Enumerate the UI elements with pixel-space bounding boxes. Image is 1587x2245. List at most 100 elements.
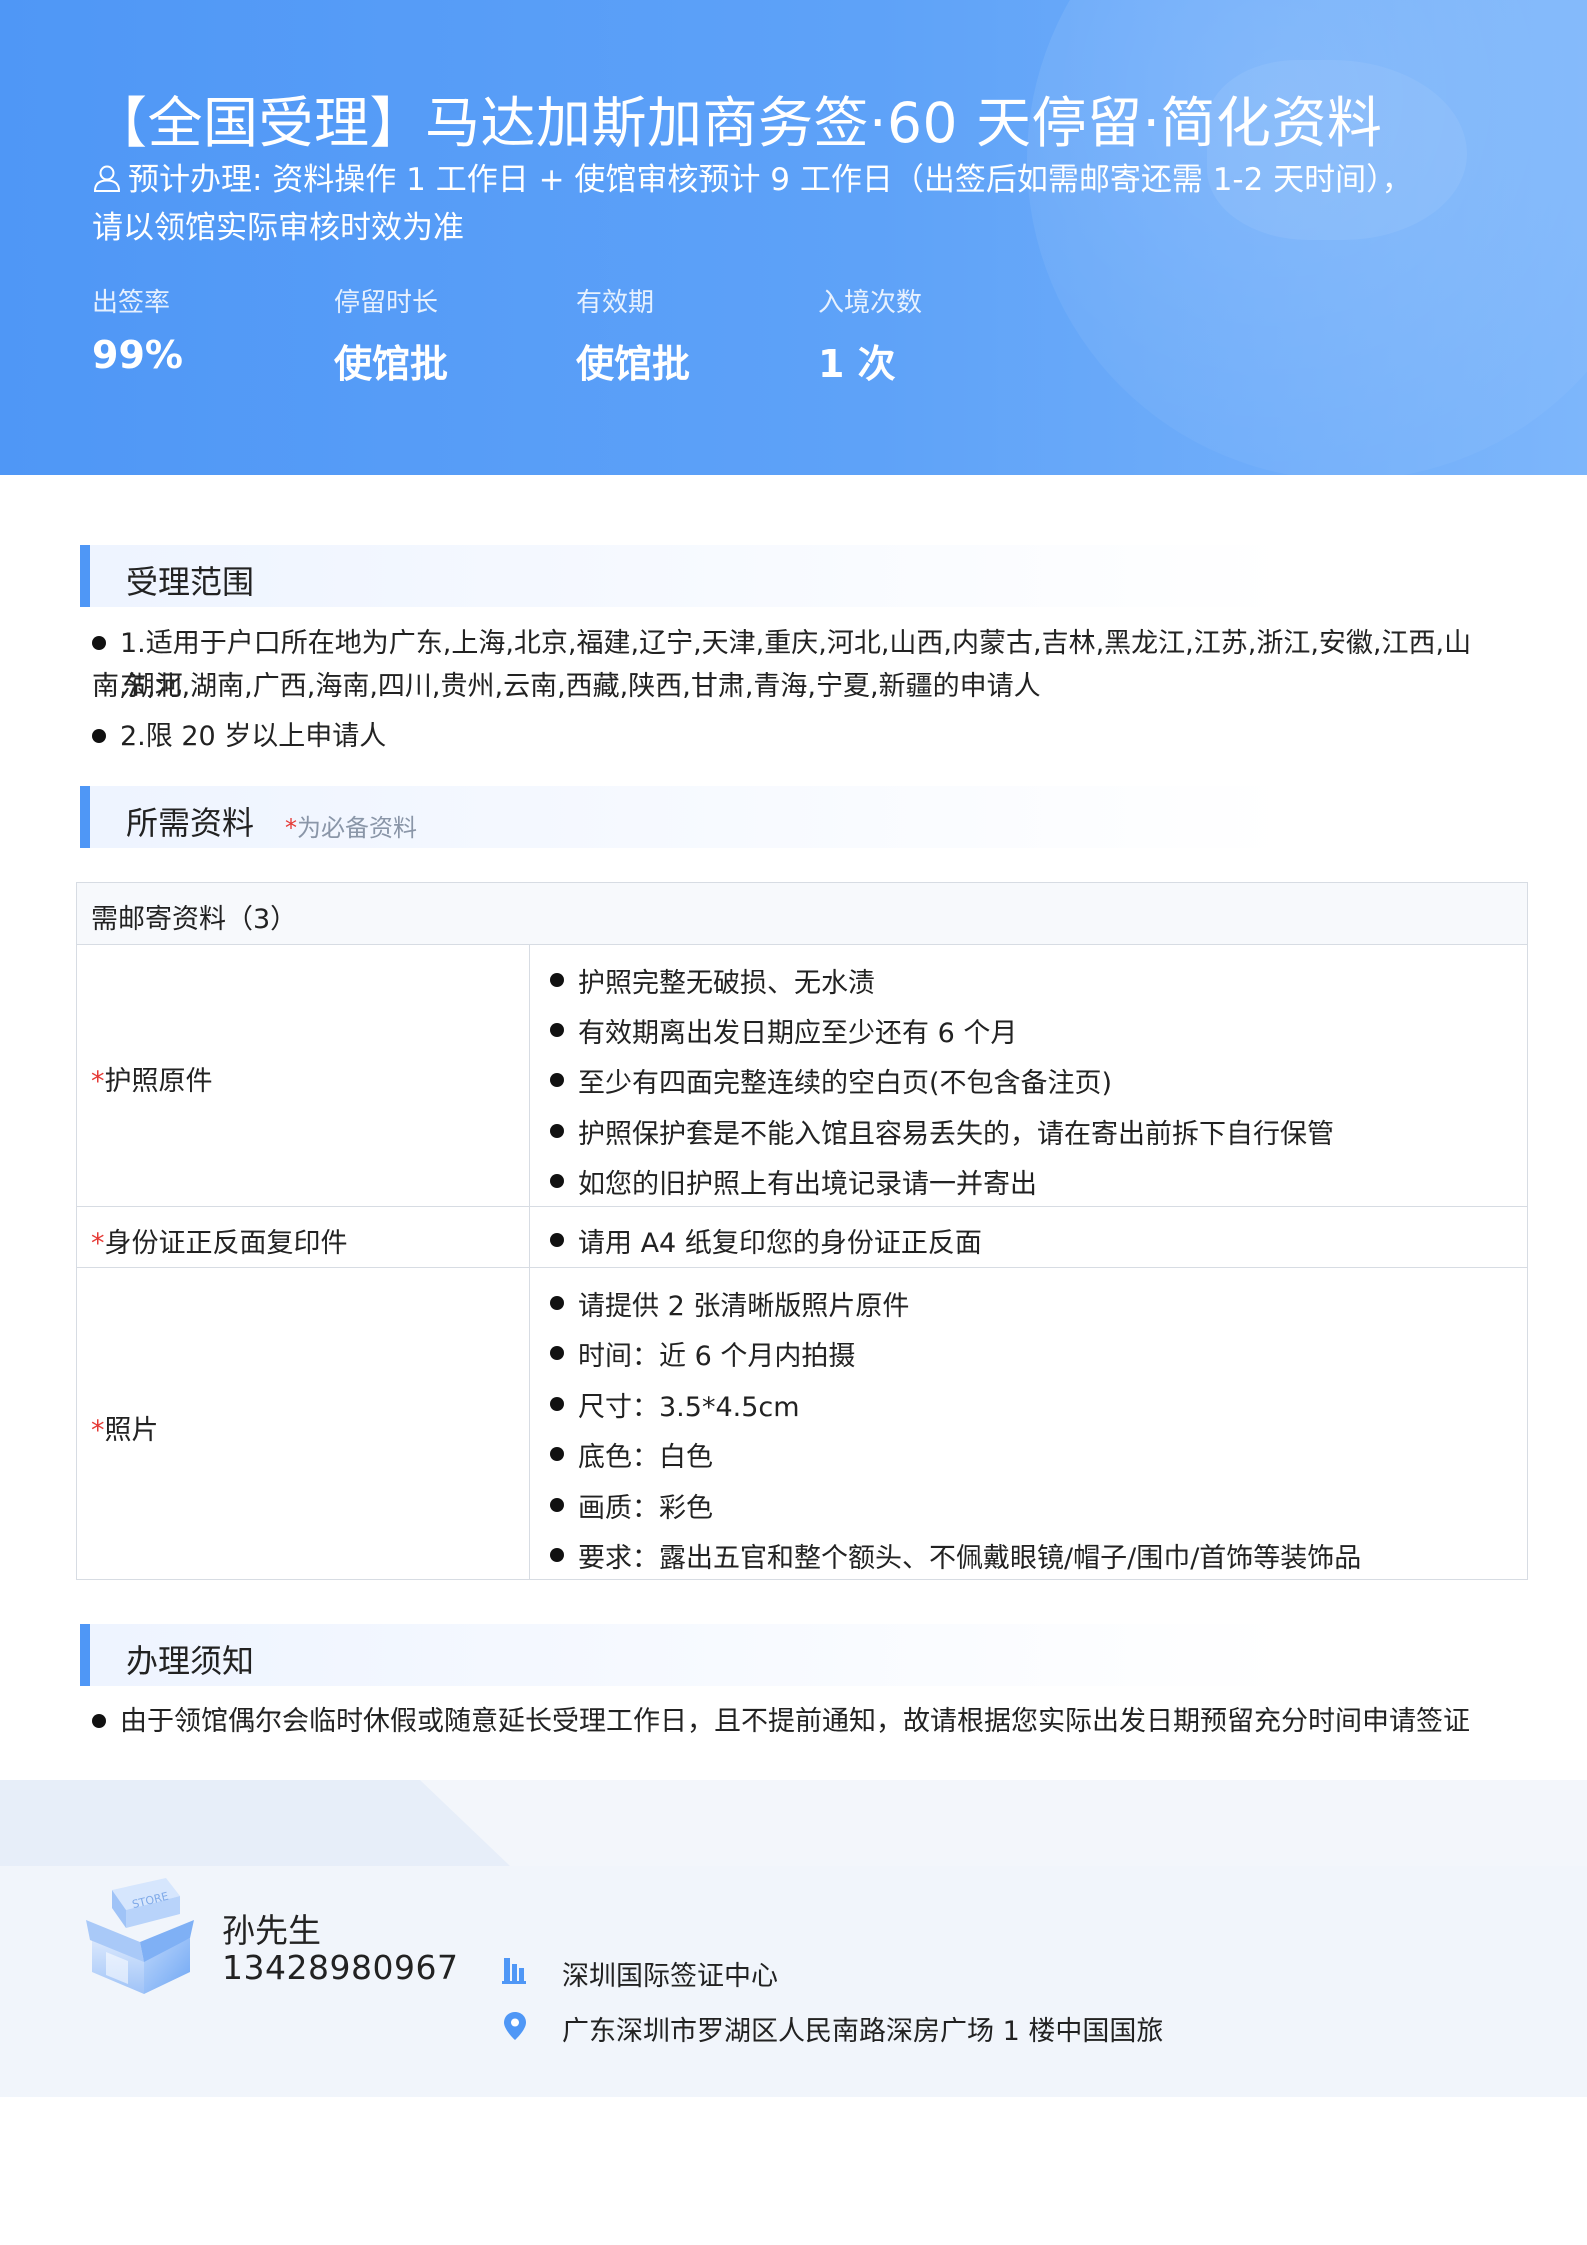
materials-table: 需邮寄资料（3） *护照原件 护照完整无破损、无水渍 有效期离出发日期应至少还有… bbox=[76, 882, 1528, 1580]
material-detail-cell: 请用 A4 纸复印您的身份证正反面 bbox=[530, 1207, 1527, 1267]
material-name-text: 身份证正反面复印件 bbox=[104, 1228, 348, 1259]
bullet-dot bbox=[550, 1397, 564, 1411]
section-title-text: 受理范围 bbox=[126, 563, 255, 601]
bullet-dot bbox=[550, 1023, 564, 1037]
table-row-passport: *护照原件 护照完整无破损、无水渍 有效期离出发日期应至少还有 6 个月 至少有… bbox=[77, 945, 1527, 1207]
stat-validity: 有效期 使馆批 bbox=[576, 282, 796, 388]
detail-item: 如您的旧护照上有出境记录请一并寄出 bbox=[550, 1162, 1037, 1201]
required-star: * bbox=[91, 1066, 105, 1097]
detail-item-text: 至少有四面完整连续的空白页(不包含备注页) bbox=[578, 1068, 1113, 1099]
stat-value: 使馆批 bbox=[576, 342, 691, 386]
bullet-dot bbox=[92, 1714, 106, 1728]
section-title-text: 所需资料 bbox=[126, 804, 255, 842]
scope-item: 2.限 20 岁以上申请人 bbox=[92, 715, 1502, 758]
stat-approval-rate: 出签率 99% bbox=[92, 282, 312, 377]
stat-label: 出签率 bbox=[92, 288, 171, 318]
stat-label: 有效期 bbox=[576, 288, 655, 318]
detail-item-text: 护照保护套是不能入馆且容易丢失的，请在寄出前拆下自行保管 bbox=[578, 1119, 1334, 1150]
table-row-photo: *照片 请提供 2 张清晰版照片原件 时间：近 6 个月内拍摄 尺寸：3.5*4… bbox=[77, 1268, 1527, 1579]
scope-item-text: 南,湖北,湖南,广西,海南,四川,贵州,云南,西藏,陕西,甘肃,青海,宁夏,新疆… bbox=[92, 671, 1041, 702]
material-name-cell: *身份证正反面复印件 bbox=[77, 1207, 530, 1267]
processing-time-line2: 请以领馆实际审核时效为准 bbox=[92, 210, 464, 246]
stat-value: 99% bbox=[92, 333, 183, 377]
scope-item-text: 2.限 20 岁以上申请人 bbox=[120, 721, 387, 752]
contact-name: 孙先生 bbox=[222, 1911, 321, 1950]
table-header-text: 需邮寄资料（3） bbox=[91, 904, 298, 935]
footer-tab-decoration bbox=[0, 1780, 510, 1866]
material-name: *护照原件 bbox=[91, 1059, 213, 1098]
detail-item-text: 底色：白色 bbox=[578, 1442, 713, 1473]
bullet-dot bbox=[92, 636, 106, 650]
detail-item-text: 请提供 2 张清晰版照片原件 bbox=[578, 1291, 910, 1322]
detail-item: 尺寸：3.5*4.5cm bbox=[550, 1385, 800, 1424]
material-name: *身份证正反面复印件 bbox=[91, 1221, 348, 1260]
processing-time: 预计办理: 资料操作 1 工作日 + 使馆审核预计 9 工作日（出签后如需邮寄还… bbox=[92, 156, 1512, 252]
stat-label: 入境次数 bbox=[818, 288, 923, 318]
location-pin-icon bbox=[504, 2012, 526, 2040]
address-text: 广东深圳市罗湖区人民南路深房广场 1 楼中国国旅 bbox=[562, 2016, 1164, 2047]
bullet-dot bbox=[550, 1174, 564, 1188]
material-detail-cell: 护照完整无破损、无水渍 有效期离出发日期应至少还有 6 个月 至少有四面完整连续… bbox=[530, 945, 1527, 1206]
bullet-dot bbox=[550, 1233, 564, 1247]
notice-item: 由于领馆偶尔会临时休假或随意延长受理工作日，且不提前通知，故请根据您实际出发日期… bbox=[92, 1700, 1502, 1743]
detail-item: 请提供 2 张清晰版照片原件 bbox=[550, 1284, 909, 1323]
section-title-materials: 所需资料 *为必备资料 bbox=[80, 786, 1500, 848]
required-star: * bbox=[285, 814, 297, 842]
detail-item: 护照完整无破损、无水渍 bbox=[550, 961, 875, 1000]
detail-item-text: 时间：近 6 个月内拍摄 bbox=[578, 1341, 856, 1372]
detail-item: 有效期离出发日期应至少还有 6 个月 bbox=[550, 1011, 1017, 1050]
detail-item-text: 尺寸：3.5*4.5cm bbox=[578, 1392, 800, 1423]
bullet-dot bbox=[550, 1296, 564, 1310]
bullet-dot bbox=[92, 729, 106, 743]
stat-stay-duration: 停留时长 使馆批 bbox=[334, 282, 554, 388]
stat-value: 使馆批 bbox=[334, 342, 449, 386]
detail-item: 要求：露出五官和整个额头、不佩戴眼镜/帽子/围巾/首饰等装饰品 bbox=[550, 1536, 1361, 1575]
agency-name: 深圳国际签证中心 bbox=[562, 1961, 778, 1992]
detail-item: 护照保护套是不能入馆且容易丢失的，请在寄出前拆下自行保管 bbox=[550, 1112, 1334, 1151]
detail-item: 至少有四面完整连续的空白页(不包含备注页) bbox=[550, 1061, 1112, 1100]
required-note: *为必备资料 bbox=[285, 808, 417, 843]
stat-entries: 入境次数 1 次 bbox=[818, 282, 1038, 388]
header-banner: 【全国受理】马达加斯加商务签·60 天停留·简化资料 预计办理: 资料操作 1 … bbox=[0, 0, 1587, 475]
page-title: 【全国受理】马达加斯加商务签·60 天停留·简化资料 bbox=[92, 91, 1383, 155]
section-title-scope: 受理范围 bbox=[80, 545, 1500, 607]
required-star: * bbox=[91, 1415, 105, 1446]
detail-item: 画质：彩色 bbox=[550, 1486, 713, 1525]
detail-item: 请用 A4 纸复印您的身份证正反面 bbox=[550, 1221, 982, 1260]
material-name: *照片 bbox=[91, 1408, 159, 1447]
bullet-dot bbox=[550, 1498, 564, 1512]
user-icon bbox=[93, 165, 121, 192]
stat-label: 停留时长 bbox=[334, 288, 439, 318]
material-detail-cell: 请提供 2 张清晰版照片原件 时间：近 6 个月内拍摄 尺寸：3.5*4.5cm… bbox=[530, 1268, 1527, 1579]
detail-item-text: 如您的旧护照上有出境记录请一并寄出 bbox=[578, 1169, 1037, 1200]
detail-item: 时间：近 6 个月内拍摄 bbox=[550, 1334, 855, 1373]
detail-item-text: 有效期离出发日期应至少还有 6 个月 bbox=[578, 1018, 1018, 1049]
bullet-dot bbox=[550, 1073, 564, 1087]
material-name-text: 护照原件 bbox=[104, 1066, 213, 1097]
required-star: * bbox=[91, 1228, 105, 1259]
material-name-cell: *护照原件 bbox=[77, 945, 530, 1206]
section-title-notice: 办理须知 bbox=[80, 1624, 1500, 1686]
detail-item-text: 护照完整无破损、无水渍 bbox=[578, 968, 875, 999]
contact-phone[interactable]: 13428980967 bbox=[222, 1948, 458, 1987]
bullet-dot bbox=[550, 1447, 564, 1461]
detail-item-text: 画质：彩色 bbox=[578, 1493, 713, 1524]
detail-item-text: 请用 A4 纸复印您的身份证正反面 bbox=[578, 1228, 982, 1259]
bullet-dot bbox=[550, 1548, 564, 1562]
notice-item-text: 由于领馆偶尔会临时休假或随意延长受理工作日，且不提前通知，故请根据您实际出发日期… bbox=[120, 1706, 1470, 1737]
bullet-dot bbox=[550, 1346, 564, 1360]
processing-time-line1: 预计办理: 资料操作 1 工作日 + 使馆审核预计 9 工作日（出签后如需邮寄还… bbox=[128, 162, 1413, 198]
stat-value: 1 次 bbox=[818, 342, 896, 386]
detail-item-text: 要求：露出五官和整个额头、不佩戴眼镜/帽子/围巾/首饰等装饰品 bbox=[578, 1543, 1362, 1574]
section-title-text: 办理须知 bbox=[126, 1642, 255, 1680]
material-name-text: 照片 bbox=[104, 1415, 159, 1446]
bullet-dot bbox=[550, 973, 564, 987]
bullet-dot bbox=[550, 1124, 564, 1138]
table-row-id-copy: *身份证正反面复印件 请用 A4 纸复印您的身份证正反面 bbox=[77, 1207, 1527, 1268]
material-name-cell: *照片 bbox=[77, 1268, 530, 1579]
store-icon: STORE bbox=[86, 1878, 194, 1994]
detail-item: 底色：白色 bbox=[550, 1435, 713, 1474]
building-icon bbox=[502, 1958, 526, 1984]
table-header: 需邮寄资料（3） bbox=[77, 883, 1527, 945]
required-note-text: 为必备资料 bbox=[297, 814, 417, 842]
